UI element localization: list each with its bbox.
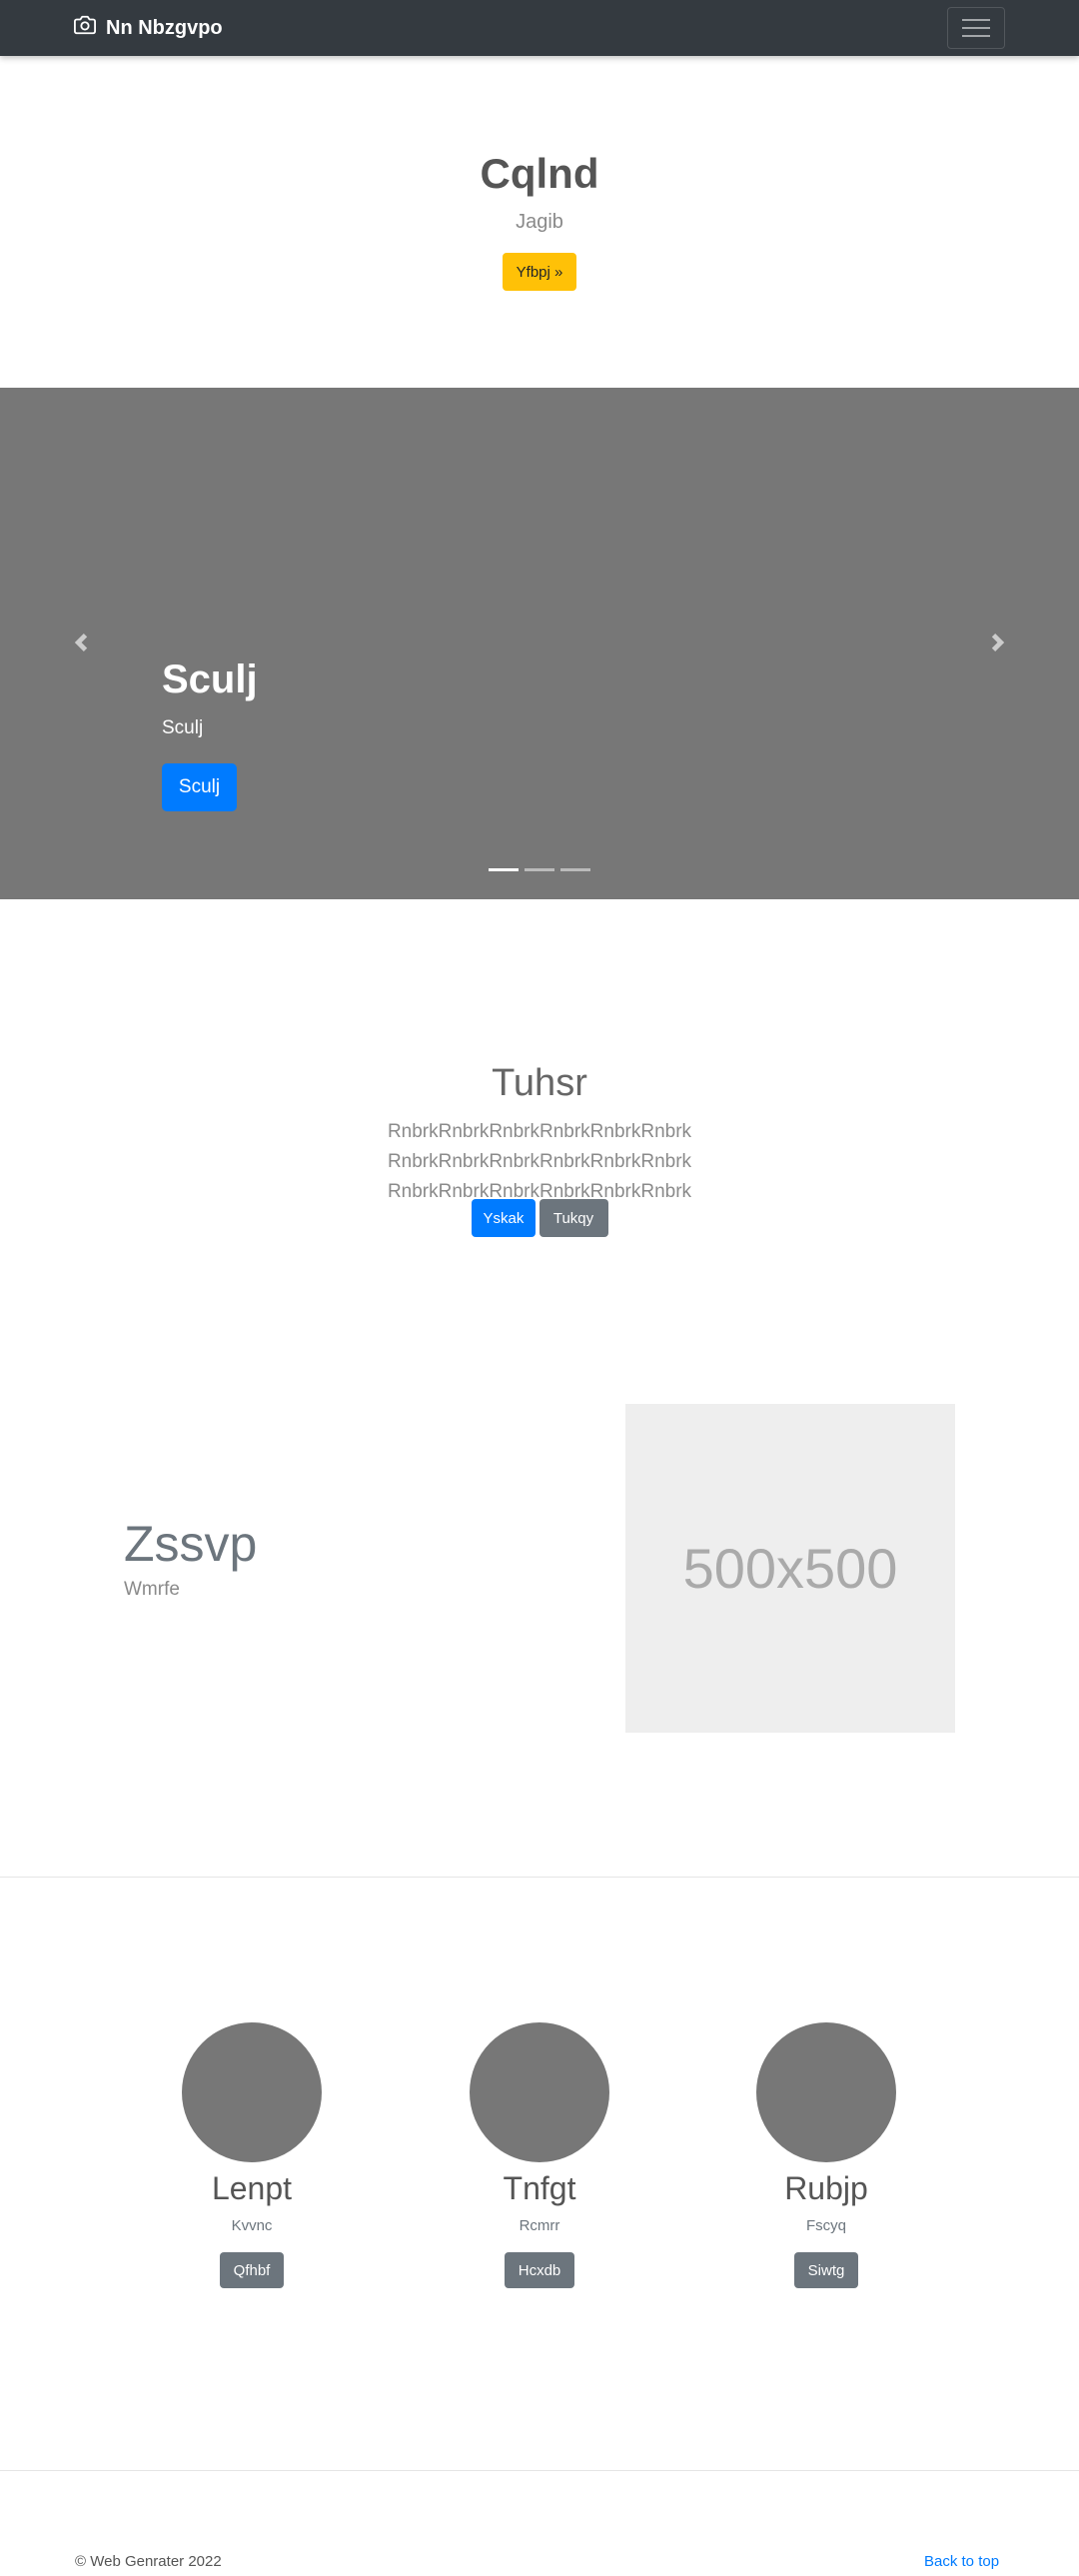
person-subtitle: Fscyq — [805, 2217, 846, 2234]
carousel-indicator-3[interactable] — [560, 868, 590, 871]
section-secondary-button[interactable]: Tukqy — [539, 1199, 608, 1237]
footer-copyright: © Web Genrater 2022 — [75, 2553, 222, 2570]
page: Nn Nbzgvpo Cqlnd Jagib Yfbpj » Sculj Scu… — [0, 0, 1079, 2576]
section-button-group: Yskak Tukqy — [0, 1199, 1079, 1237]
avatar — [182, 2022, 322, 2162]
hero-title: Cqlnd — [480, 150, 599, 197]
avatar — [470, 2022, 609, 2162]
hamburger-icon-line — [962, 19, 990, 21]
person-button[interactable]: Siwtg — [793, 2252, 859, 2288]
carousel-indicator-1[interactable] — [489, 868, 519, 871]
brand-link[interactable]: Nn Nbzgvpo — [74, 14, 223, 42]
person-name: Tnfgt — [503, 2170, 576, 2206]
section-lead: RnbrkRnbrkRnbrkRnbrkRnbrkRnbrk RnbrkRnbr… — [387, 1121, 692, 1202]
carousel-prev-button[interactable] — [66, 628, 96, 657]
back-to-top-link[interactable]: Back to top — [924, 2553, 999, 2570]
chevron-left-icon — [74, 634, 88, 651]
camera-icon — [74, 14, 96, 42]
hamburger-icon-line — [962, 27, 990, 29]
carousel-indicator-2[interactable] — [525, 868, 554, 871]
placeholder-label: 500x500 — [682, 1537, 898, 1600]
chevron-right-icon — [991, 634, 1005, 651]
footer-divider — [0, 2470, 1079, 2471]
brand-text: Nn Nbzgvpo — [106, 16, 223, 39]
person-name: Lenpt — [211, 2170, 293, 2206]
hero-subtitle: Jagib — [516, 211, 563, 233]
section-title: Tuhsr — [492, 1062, 587, 1104]
person-name: Rubjp — [784, 2170, 868, 2206]
hamburger-icon-line — [962, 35, 990, 37]
navbar: Nn Nbzgvpo — [0, 0, 1079, 56]
carousel: Sculj Sculj Sculj — [0, 388, 1079, 899]
person-subtitle: Kvvnc — [231, 2217, 273, 2234]
section-divider — [0, 1877, 1079, 1878]
person-button[interactable]: Qfhbf — [219, 2252, 285, 2288]
hero-button[interactable]: Yfbpj » — [503, 253, 576, 291]
person-subtitle: Rcmrr — [519, 2217, 560, 2234]
avatar — [756, 2022, 896, 2162]
navbar-toggler-button[interactable] — [947, 7, 1005, 49]
carousel-next-button[interactable] — [983, 628, 1013, 657]
carousel-caption-text: Sculj — [162, 717, 204, 738]
carousel-caption-button[interactable]: Sculj — [162, 763, 237, 811]
person-card: Rubjp Fscyq Siwtg — [736, 2022, 916, 2288]
person-card: Lenpt Kvvnc Qfhbf — [162, 2022, 342, 2288]
person-button[interactable]: Hcxdb — [504, 2252, 575, 2288]
feature-image-placeholder: 500x500 — [625, 1404, 955, 1733]
person-card: Tnfgt Rcmrr Hcxdb — [450, 2022, 629, 2288]
feature-title: Zssvp — [124, 1516, 258, 1572]
section-primary-button[interactable]: Yskak — [471, 1199, 536, 1237]
carousel-caption-title: Sculj — [162, 657, 258, 701]
carousel-indicators — [489, 868, 590, 871]
feature-subtitle: Wmrfe — [124, 1579, 180, 1600]
